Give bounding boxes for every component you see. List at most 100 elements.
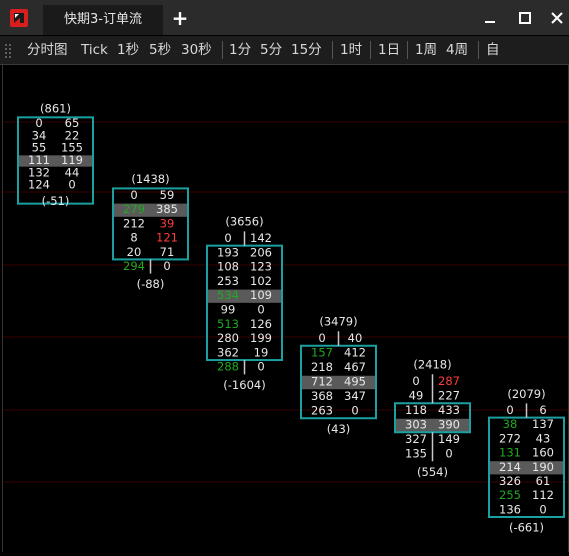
ask-volume-cell: 0 xyxy=(539,502,546,516)
bid-volume-cell: 212 xyxy=(123,216,145,230)
ask-volume-cell: 160 xyxy=(532,446,554,460)
ask-volume-cell: 102 xyxy=(250,274,272,288)
bid-volume-cell: 0 xyxy=(318,331,325,345)
app-logo-icon xyxy=(10,9,28,27)
add-tab-button[interactable]: + xyxy=(170,6,190,30)
bid-volume-cell: 214 xyxy=(499,460,521,474)
bid-volume-cell: 280 xyxy=(217,331,239,345)
bid-volume-cell: 218 xyxy=(311,360,333,374)
ask-volume-cell: 59 xyxy=(160,188,175,202)
ask-volume-cell: 126 xyxy=(250,317,272,331)
ask-volume-cell: 43 xyxy=(536,431,551,445)
bid-volume-cell: 0 xyxy=(130,188,137,202)
ask-volume-cell: 199 xyxy=(250,331,272,345)
ask-volume-cell: 109 xyxy=(250,288,272,302)
ask-volume-cell: 412 xyxy=(344,346,366,360)
bid-volume-cell: 288 xyxy=(217,360,239,374)
period-1s-button[interactable]: 1秒 xyxy=(117,40,139,60)
ask-volume-cell: 137 xyxy=(532,417,554,431)
minimize-icon xyxy=(485,21,495,23)
bid-volume-cell: 193 xyxy=(217,245,239,259)
bid-volume-cell: 124 xyxy=(28,178,50,192)
ask-volume-cell: 206 xyxy=(250,245,272,259)
close-button[interactable] xyxy=(547,8,567,28)
period-custom-button[interactable]: 自 xyxy=(486,40,500,60)
title-bar: 快期3-订单流 + xyxy=(0,0,569,35)
period-1m-button[interactable]: 1分 xyxy=(229,40,251,60)
ask-volume-cell: 0 xyxy=(68,178,75,192)
period-timeshare-button[interactable]: 分时图 xyxy=(27,40,68,60)
period-5s-button[interactable]: 5秒 xyxy=(149,40,171,60)
tab-order-flow[interactable]: 快期3-订单流 xyxy=(43,5,163,35)
period-toolbar: 分时图 Tick 1秒 5秒 30秒 1分 5分 15分 1时 1日 1周 4周… xyxy=(0,36,569,65)
ask-volume-cell: 39 xyxy=(160,216,175,230)
bar-delta: (-661) xyxy=(509,521,544,535)
footprint-chart-svg: (861)0 6534 2255 155111 119132 44124 0(-51)(14… xyxy=(3,102,568,535)
period-1h-button[interactable]: 1时 xyxy=(340,40,362,60)
order-flow-chart[interactable]: (861) 0 65 34 22 55 155 111 119 132 44 124 0 (-51) (14… xyxy=(2,65,569,552)
bid-volume-cell: 49 xyxy=(409,389,424,403)
ask-volume-cell: 149 xyxy=(438,432,460,446)
period-4w-button[interactable]: 4周 xyxy=(446,40,468,60)
bid-volume-cell: 279 xyxy=(123,202,145,216)
bid-volume-cell: 20 xyxy=(127,245,142,259)
toolbar-divider xyxy=(478,41,479,59)
ask-volume-cell: 0 xyxy=(163,259,170,273)
bid-volume-cell: 712 xyxy=(311,375,333,389)
bid-volume-cell: 368 xyxy=(311,389,333,403)
maximize-icon xyxy=(519,12,531,24)
ask-volume-cell: 190 xyxy=(532,460,554,474)
bid-volume-cell: 136 xyxy=(499,502,521,516)
bid-volume-cell: 0 xyxy=(412,374,419,388)
toolbar-divider xyxy=(370,41,371,59)
ask-volume-cell: 0 xyxy=(351,404,358,418)
ask-volume-cell: 495 xyxy=(344,375,366,389)
bid-volume-cell: 8 xyxy=(130,231,137,245)
ask-volume-cell: 0 xyxy=(257,303,264,317)
ask-volume-cell: 287 xyxy=(438,374,460,388)
bid-volume-cell: 272 xyxy=(499,431,521,445)
period-15m-button[interactable]: 15分 xyxy=(291,40,322,60)
bar-delta: (-88) xyxy=(137,277,165,291)
bar-total-volume: (2418) xyxy=(413,358,451,372)
toolbar-divider xyxy=(222,41,223,59)
close-icon xyxy=(551,12,563,24)
ask-volume-cell: 19 xyxy=(254,345,269,359)
bid-volume-cell: 0 xyxy=(224,231,231,245)
ask-volume-cell: 121 xyxy=(156,231,178,245)
ask-volume-cell: 6 xyxy=(539,403,546,417)
period-1d-button[interactable]: 1日 xyxy=(378,40,400,60)
bar-total-volume: (3656) xyxy=(225,215,263,229)
ask-volume-cell: 385 xyxy=(156,202,178,216)
bid-volume-cell: 327 xyxy=(405,432,427,446)
bid-volume-cell: 534 xyxy=(217,288,239,302)
bar-total-volume: (3479) xyxy=(319,315,357,329)
bid-volume-cell: 108 xyxy=(217,260,239,274)
minimize-button[interactable] xyxy=(480,8,500,28)
toolbar-divider xyxy=(332,41,333,59)
bid-volume-cell: 99 xyxy=(221,303,236,317)
bid-volume-cell: 38 xyxy=(503,417,518,431)
ask-volume-cell: 433 xyxy=(438,403,460,417)
period-1w-button[interactable]: 1周 xyxy=(415,40,437,60)
maximize-button[interactable] xyxy=(515,8,535,28)
bid-volume-cell: 253 xyxy=(217,274,239,288)
bid-volume-cell: 131 xyxy=(499,446,521,460)
ask-volume-cell: 227 xyxy=(438,389,460,403)
bar-delta: (-51) xyxy=(42,194,70,208)
bar-delta: (554) xyxy=(417,465,448,479)
ask-volume-cell: 0 xyxy=(445,447,452,461)
bid-volume-cell: 326 xyxy=(499,474,521,488)
period-tick-button[interactable]: Tick xyxy=(81,40,108,60)
ask-volume-cell: 347 xyxy=(344,389,366,403)
toolbar-divider xyxy=(407,41,408,59)
ask-volume-cell: 112 xyxy=(532,488,554,502)
ask-volume-cell: 71 xyxy=(160,245,175,259)
bar-delta: (43) xyxy=(327,422,351,436)
bid-volume-cell: 362 xyxy=(217,345,239,359)
ask-volume-cell: 0 xyxy=(257,360,264,374)
period-30s-button[interactable]: 30秒 xyxy=(181,40,212,60)
period-5m-button[interactable]: 5分 xyxy=(260,40,282,60)
toolbar-grip-icon[interactable] xyxy=(4,43,12,58)
bid-volume-cell: 135 xyxy=(405,447,427,461)
